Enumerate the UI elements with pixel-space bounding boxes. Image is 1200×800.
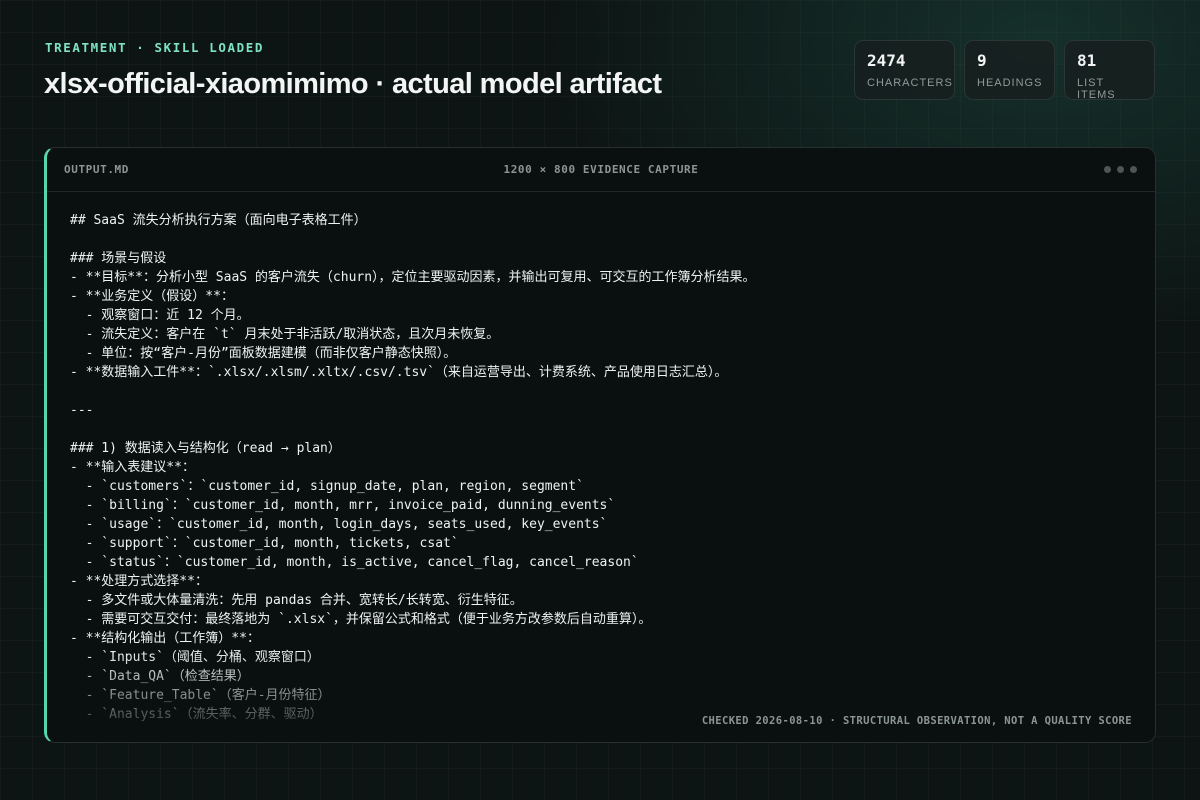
code-line: - `support`：`customer_id, month, tickets…	[70, 536, 459, 551]
stat-headings: 9 HEADINGS	[964, 40, 1055, 100]
page-title: xlsx-official-xiaomimimo · actual model …	[44, 68, 662, 100]
code-line: - `Feature_Table`（客户-月份特征）	[70, 688, 331, 703]
code-line: ---	[70, 403, 94, 418]
stat-characters: 2474 CHARACTERS	[854, 40, 955, 100]
code-line: - 流失定义：客户在 `t` 月末处于非活跃/取消状态，且次月未恢复。	[70, 327, 500, 342]
code-line: - 多文件或大体量清洗：先用 pandas 合并、宽转长/长转宽、衍生特征。	[70, 593, 523, 608]
panel-header: OUTPUT.MD 1200 × 800 EVIDENCE CAPTURE	[47, 148, 1155, 192]
code-line: - 需要可交互交付：最终落地为 `.xlsx`，并保留公式和格式（便于业务方改参…	[70, 612, 652, 627]
stats-group: 2474 CHARACTERS 9 HEADINGS 81 LIST ITEMS	[854, 40, 1155, 101]
code-line: - `usage`：`customer_id, month, login_day…	[70, 517, 608, 532]
code-line: ### 场景与假设	[70, 251, 167, 266]
capture-label: 1200 × 800 EVIDENCE CAPTURE	[503, 163, 699, 176]
footnote: CHECKED 2026-08-10 · STRUCTURAL OBSERVAT…	[701, 715, 1132, 727]
code-line: ## SaaS 流失分析执行方案（面向电子表格工件）	[70, 213, 367, 228]
code-line: - `customers`：`customer_id, signup_date,…	[70, 479, 584, 494]
dot-icon	[1130, 166, 1137, 173]
code-line: - **结构化输出（工作簿）**：	[70, 631, 260, 646]
stat-characters-label: CHARACTERS	[867, 77, 953, 89]
code-line: - 单位：按“客户-月份”面板数据建模（而非仅客户静态快照）。	[70, 346, 457, 361]
code-line: - `billing`：`customer_id, month, mrr, in…	[70, 498, 616, 513]
markdown-content: ## SaaS 流失分析执行方案（面向电子表格工件） ### 场景与假设 - **目…	[70, 211, 1135, 742]
stat-headings-label: HEADINGS	[977, 77, 1043, 89]
code-line: - **目标**：分析小型 SaaS 的客户流失（churn），定位主要驱动因素…	[70, 270, 756, 285]
code-line: ### 1) 数据读入与结构化（read → plan）	[70, 441, 341, 456]
stat-list-items-label: LIST ITEMS	[1077, 77, 1116, 101]
code-line: - **业务定义（假设）**：	[70, 289, 234, 304]
stat-list-items: 81 LIST ITEMS	[1064, 40, 1155, 101]
dot-icon	[1104, 166, 1111, 173]
stat-list-items-value: 81	[1077, 51, 1097, 70]
window-menu-dots[interactable]	[1104, 166, 1137, 173]
code-line: - `Inputs`（阈值、分桶、观察窗口）	[70, 650, 320, 665]
code-line: - **数据输入工件**：`.xlsx/.xlsm/.xltx/.csv/.ts…	[70, 365, 728, 380]
stat-characters-value: 2474	[867, 51, 906, 70]
stat-headings-value: 9	[977, 51, 987, 70]
code-line: - **输入表建议**：	[70, 460, 195, 475]
code-line: - **处理方式选择**：	[70, 574, 208, 589]
code-line: - `Data_QA`（检查结果）	[70, 669, 250, 684]
code-line: - `status`：`customer_id, month, is_activ…	[70, 555, 639, 570]
dot-icon	[1117, 166, 1124, 173]
kicker-label: TREATMENT · SKILL LOADED	[45, 40, 265, 55]
output-panel: OUTPUT.MD 1200 × 800 EVIDENCE CAPTURE ##…	[44, 147, 1156, 743]
code-line: - 观察窗口：近 12 个月。	[70, 308, 250, 323]
